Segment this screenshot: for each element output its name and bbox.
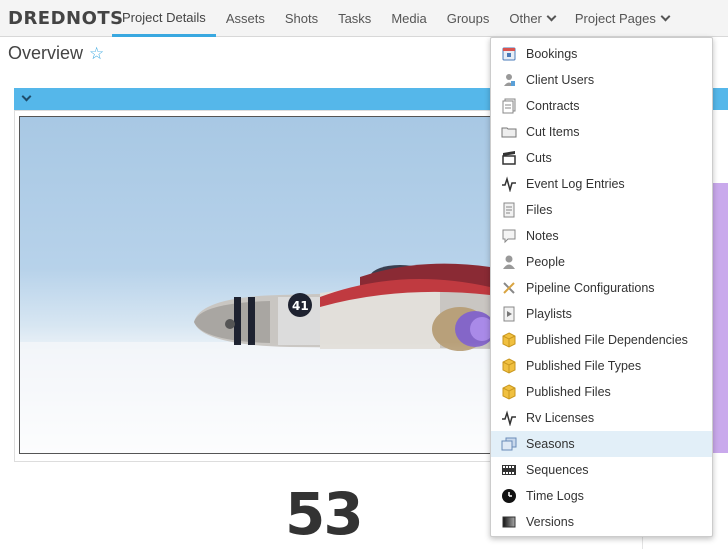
- menu-item-label: Published File Types: [526, 359, 642, 373]
- menu-item-label: Client Users: [526, 73, 595, 87]
- pulse-icon: [501, 176, 517, 192]
- count-number: 53: [285, 480, 364, 548]
- menu-item-cuts[interactable]: Cuts: [491, 145, 712, 171]
- person-icon: [501, 254, 517, 270]
- pulse-icon: [501, 410, 517, 426]
- menu-item-label: Published File Dependencies: [526, 333, 688, 347]
- menu-item-label: Pipeline Configurations: [526, 281, 655, 295]
- menu-item-notes[interactable]: Notes: [491, 223, 712, 249]
- package-icon: [501, 358, 517, 374]
- contracts-icon: [501, 98, 517, 114]
- seasons-icon: [501, 436, 517, 452]
- menu-item-contracts[interactable]: Contracts: [491, 93, 712, 119]
- nav-project-pages[interactable]: Project Pages: [565, 0, 679, 37]
- nav-label: Project Details: [122, 9, 206, 25]
- project-brand[interactable]: DREDNOTS: [8, 8, 124, 29]
- top-nav-bar: DREDNOTS Project Details Assets Shots Ta…: [0, 0, 728, 37]
- menu-item-published-file-dependencies[interactable]: Published File Dependencies: [491, 327, 712, 353]
- side-card[interactable]: [712, 183, 728, 453]
- package-icon: [501, 332, 517, 348]
- menu-item-label: Seasons: [526, 437, 575, 451]
- chevron-down-icon[interactable]: [21, 91, 32, 102]
- menu-item-playlists[interactable]: Playlists: [491, 301, 712, 327]
- menu-item-event-log-entries[interactable]: Event Log Entries: [491, 171, 712, 197]
- nav-shots[interactable]: Shots: [275, 0, 328, 37]
- menu-item-label: Time Logs: [526, 489, 584, 503]
- menu-item-client-users[interactable]: Client Users: [491, 67, 712, 93]
- menu-item-sequences[interactable]: Sequences: [491, 457, 712, 483]
- menu-item-rv-licenses[interactable]: Rv Licenses: [491, 405, 712, 431]
- menu-item-label: Files: [526, 203, 553, 217]
- menu-item-published-file-types[interactable]: Published File Types: [491, 353, 712, 379]
- nav-project-details[interactable]: Project Details: [112, 0, 216, 37]
- menu-item-people[interactable]: People: [491, 249, 712, 275]
- menu-item-label: Cut Items: [526, 125, 580, 139]
- ground-haze: [20, 342, 498, 453]
- menu-item-label: Event Log Entries: [526, 177, 625, 191]
- playlist-icon: [501, 306, 517, 322]
- filmstrip-icon: [501, 462, 517, 478]
- main-nav: Project Details Assets Shots Tasks Media…: [112, 0, 679, 37]
- clock-icon: [501, 488, 517, 504]
- nav-tasks[interactable]: Tasks: [328, 0, 381, 37]
- nav-label: Groups: [446, 11, 490, 26]
- menu-item-pipeline-configurations[interactable]: Pipeline Configurations: [491, 275, 712, 301]
- menu-item-label: Cuts: [526, 151, 552, 165]
- nav-label: Media: [391, 11, 427, 26]
- nav-label: Shots: [284, 11, 319, 26]
- star-outline-icon[interactable]: ☆: [89, 44, 104, 64]
- package-icon: [501, 384, 517, 400]
- page-title-text: Overview: [8, 43, 84, 63]
- menu-item-published-files[interactable]: Published Files: [491, 379, 712, 405]
- clapper-icon: [501, 150, 517, 166]
- tools-icon: [501, 280, 517, 296]
- thumbnail-image[interactable]: 41: [19, 116, 499, 454]
- nav-label: Assets: [225, 11, 265, 26]
- menu-item-cut-items[interactable]: Cut Items: [491, 119, 712, 145]
- chevron-down-icon: [660, 11, 671, 22]
- other-dropdown-menu: Bookings Client Users Contracts Cut Item…: [490, 37, 713, 537]
- chevron-down-icon: [546, 11, 557, 22]
- nav-assets[interactable]: Assets: [216, 0, 275, 37]
- menu-item-label: Bookings: [526, 47, 578, 61]
- nav-label: Project Pages: [574, 11, 656, 26]
- page-title: Overview ☆: [8, 43, 104, 64]
- nav-other[interactable]: Other: [499, 0, 565, 37]
- menu-item-time-logs[interactable]: Time Logs: [491, 483, 712, 509]
- nav-media[interactable]: Media: [381, 0, 436, 37]
- menu-item-label: Rv Licenses: [526, 411, 595, 425]
- menu-item-label: Versions: [526, 515, 574, 529]
- menu-item-label: People: [526, 255, 565, 269]
- nav-groups[interactable]: Groups: [437, 0, 500, 37]
- menu-item-label: Contracts: [526, 99, 580, 113]
- menu-item-versions[interactable]: Versions: [491, 509, 712, 535]
- menu-item-files[interactable]: Files: [491, 197, 712, 223]
- menu-item-seasons[interactable]: Seasons: [491, 431, 712, 457]
- nav-label: Other: [509, 11, 542, 26]
- menu-item-label: Notes: [526, 229, 559, 243]
- menu-item-bookings[interactable]: Bookings: [491, 41, 712, 67]
- bookings-icon: [501, 46, 517, 62]
- client-users-icon: [501, 72, 517, 88]
- nav-label: Tasks: [338, 11, 372, 26]
- menu-item-label: Playlists: [526, 307, 572, 321]
- note-icon: [501, 228, 517, 244]
- svg-text:41: 41: [292, 299, 309, 313]
- menu-item-label: Published Files: [526, 385, 611, 399]
- menu-item-label: Sequences: [526, 463, 589, 477]
- folder-icon: [501, 124, 517, 140]
- versions-icon: [501, 514, 517, 530]
- file-icon: [501, 202, 517, 218]
